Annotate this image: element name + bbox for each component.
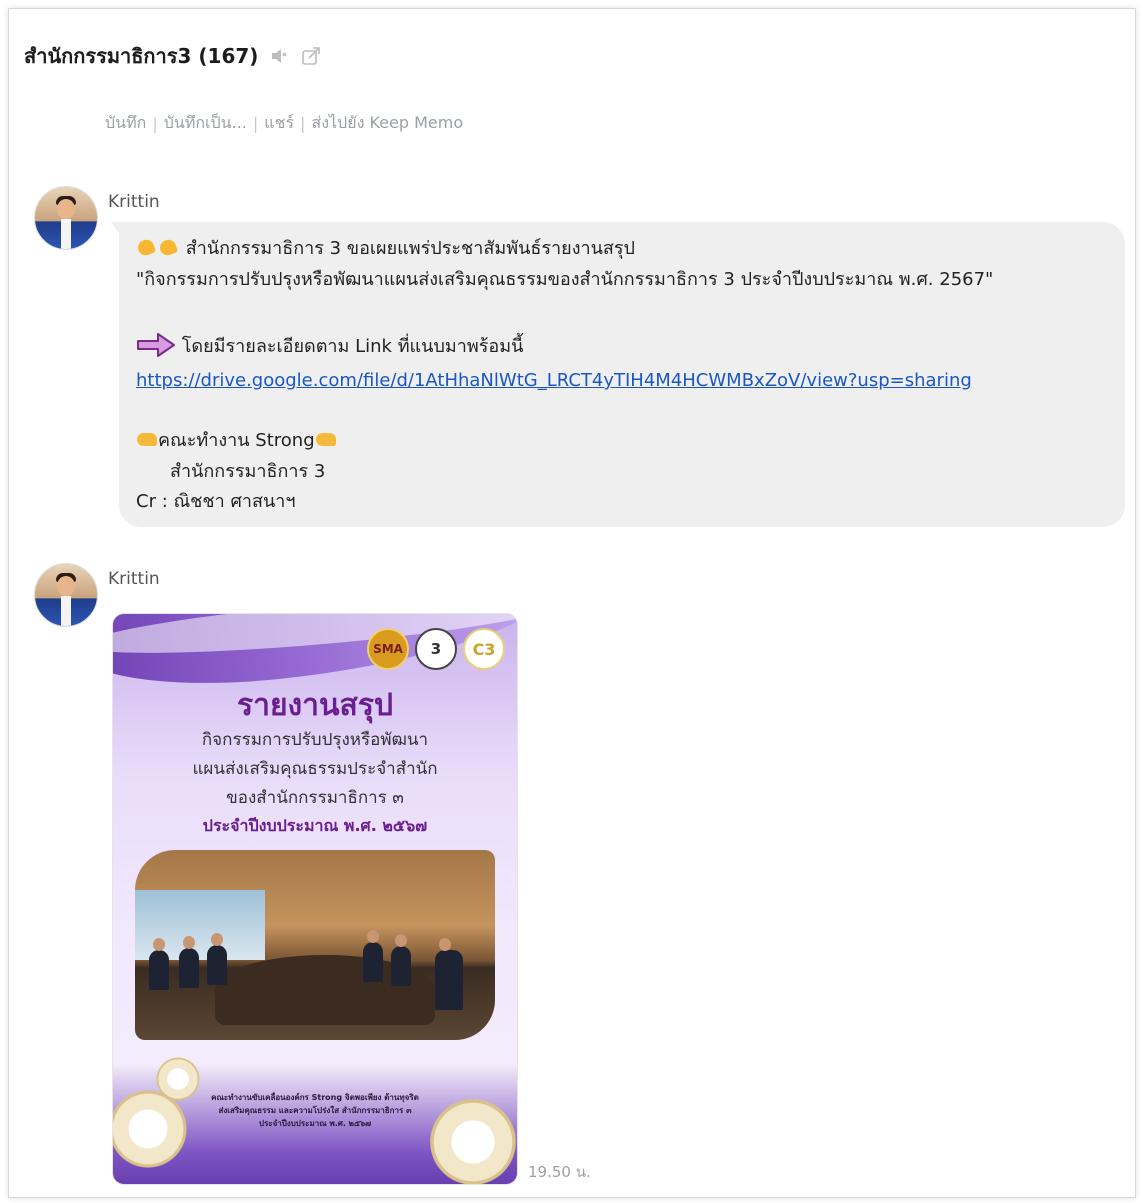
chat-header: สำนักกรรมาธิการ3 (167): [24, 40, 322, 72]
poster-logos: SMA 3 C3: [367, 628, 505, 670]
drive-link[interactable]: https://drive.google.com/file/d/1AtHhaNl…: [136, 368, 972, 394]
divider: |: [252, 114, 259, 133]
flexed-biceps-icon: [315, 430, 337, 448]
poster-footer-text: คณะทำงานขับเคลื่อนองค์กร Strong จิตพอเพี…: [211, 1093, 419, 1102]
poster-footer-text: ประจำปีงบประมาณ พ.ศ. ๒๕๖๗: [258, 1119, 372, 1128]
clapping-hands-icon: [136, 237, 158, 257]
poster-line: กิจกรรมการปรับปรุงหรือพัฒนา: [201, 730, 429, 750]
clapping-hands-icon: [158, 237, 180, 257]
poster-footer-text: ส่งเสริมคุณธรรม และความโปร่งใส สำนักกรรม…: [218, 1106, 412, 1115]
message-line: คณะทำงาน Strong: [136, 428, 337, 454]
message-text: โดยมีรายละเอียดตาม Link ที่แนบมาพร้อมนี้: [181, 336, 524, 357]
poster-year: ประจำปีงบประมาณ พ.ศ. ๒๕๖๗: [202, 816, 428, 835]
save-action[interactable]: บันทึก: [105, 111, 146, 136]
popout-window-icon[interactable]: [300, 45, 322, 67]
divider: |: [300, 114, 306, 133]
share-action[interactable]: แชร์: [264, 111, 294, 136]
sender-name[interactable]: Krittin: [108, 192, 160, 212]
message-line: สำนักกรรมาธิการ 3: [170, 461, 326, 482]
message-line: Cr : ณิชชา ศาสนาฯ: [136, 491, 296, 512]
image-attachment[interactable]: SMA 3 C3 รายงานสรุป กิจกรรมการปรับปรุงหร…: [112, 613, 518, 1185]
message-timestamp: 19.50 น.: [528, 1163, 591, 1181]
chat-title: สำนักกรรมาธิการ3 (167): [24, 44, 259, 68]
committee-logo: 3: [415, 628, 457, 670]
speaker-muted-icon[interactable]: [268, 45, 290, 67]
avatar[interactable]: [34, 186, 98, 250]
note-actions: บันทึก | บันทึกเป็น... | แชร์ | ส่งไปยัง…: [105, 111, 463, 136]
message-line: สำนักกรรมาธิการ 3 ขอเผยแพร่ประชาสัมพันธ์…: [136, 236, 635, 262]
send-to-keep-memo-action[interactable]: ส่งไปยัง Keep Memo: [311, 111, 463, 136]
message-text: สำนักกรรมาธิการ 3 ขอเผยแพร่ประชาสัมพันธ์…: [185, 238, 635, 259]
flexed-biceps-icon: [136, 430, 158, 448]
message-line: "กิจกรรมการปรับปรุงหรือพัฒนาแผนส่งเสริมค…: [136, 269, 994, 290]
poster-line: แผนส่งเสริมคุณธรรมประจำสำนัก: [192, 759, 438, 779]
poster-line: ของสำนักกรรมาธิการ ๓: [226, 788, 404, 808]
avatar[interactable]: [34, 563, 98, 627]
right-arrow-icon: [136, 332, 176, 366]
message-text: คณะทำงาน Strong: [158, 430, 315, 451]
meeting-photo: [135, 850, 495, 1040]
message-line: โดยมีรายละเอียดตาม Link ที่แนบมาพร้อมนี้: [136, 332, 523, 366]
sender-name[interactable]: Krittin: [108, 569, 160, 589]
save-as-action[interactable]: บันทึกเป็น...: [164, 111, 247, 136]
organization-logo: SMA: [367, 628, 409, 670]
poster-title: รายงานสรุป: [236, 688, 393, 723]
c3-logo: C3: [463, 628, 505, 670]
divider: |: [152, 114, 158, 133]
